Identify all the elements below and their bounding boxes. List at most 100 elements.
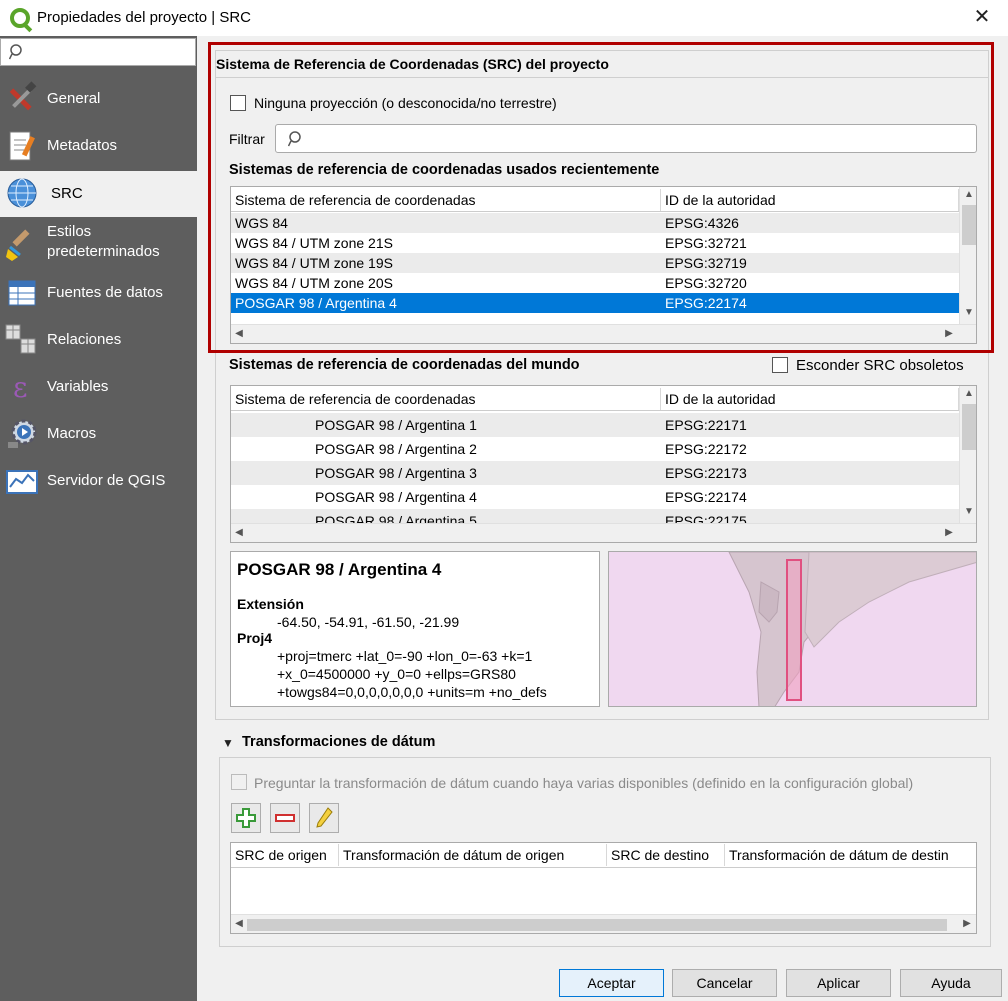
crs-details-panel: POSGAR 98 / Argentina 4 Extensión -64.50… xyxy=(230,551,600,707)
map-preview xyxy=(728,552,976,706)
world-crs-table: Sistema de referencia de coordenadas ID … xyxy=(230,385,977,543)
sidebar-item-metadatos[interactable]: Metadatos xyxy=(0,125,197,167)
proj4-line: +towgs84=0,0,0,0,0,0,0 +units=m +no_defs xyxy=(277,684,547,700)
sidebar-item-variables[interactable]: ε Variables xyxy=(0,366,197,408)
scroll-thumb[interactable] xyxy=(247,919,947,931)
ask-datum-checkbox[interactable] xyxy=(231,774,247,790)
crs-name: POSGAR 98 / Argentina 3 xyxy=(315,465,477,481)
table-header: Sistema de referencia de coordenadas ID … xyxy=(231,386,959,411)
scroll-up-icon[interactable]: ▲ xyxy=(960,388,976,399)
plus-icon xyxy=(236,808,256,828)
remove-transformation-button[interactable] xyxy=(270,803,300,833)
server-map-icon xyxy=(6,470,38,494)
sidebar-item-label: Macros xyxy=(47,425,97,442)
sidebar-item-src[interactable]: SRC xyxy=(0,171,197,217)
vertical-scrollbar[interactable]: ▲ ▼ xyxy=(959,386,976,523)
paint-brush-icon xyxy=(6,229,30,261)
scroll-down-icon[interactable]: ▼ xyxy=(960,506,976,517)
extent-label: Extensión xyxy=(237,596,304,612)
crs-name: POSGAR 98 / Argentina 2 xyxy=(315,441,477,457)
gear-play-icon xyxy=(8,419,37,448)
hide-deprecated-label: Esconder SRC obsoletos xyxy=(796,357,964,374)
crs-id: EPSG:22172 xyxy=(665,441,747,457)
table-row[interactable]: POSGAR 98 / Argentina 4 EPSG:22174 xyxy=(231,485,959,509)
collapse-arrow-icon[interactable]: ▼ xyxy=(222,736,234,750)
ask-datum-label: Preguntar la transformación de dátum cua… xyxy=(254,775,914,791)
cancel-button[interactable]: Cancelar xyxy=(672,969,777,997)
crs-extent-rect xyxy=(786,559,802,701)
table-header: SRC de origen Transformación de dátum de… xyxy=(231,843,976,868)
scroll-left-icon[interactable]: ◀ xyxy=(233,918,245,929)
crs-name: POSGAR 98 / Argentina 1 xyxy=(315,417,477,433)
sidebar-item-relaciones[interactable]: Relaciones xyxy=(0,319,197,361)
window-title: Propiedades del proyecto | SRC xyxy=(37,9,252,26)
column-header[interactable]: Transformación de dátum de destin xyxy=(725,844,976,866)
column-header[interactable]: ID de la autoridad xyxy=(661,388,959,410)
sidebar-item-label: SRC xyxy=(51,185,83,202)
crs-id: EPSG:22174 xyxy=(665,489,747,505)
globe-icon xyxy=(7,178,37,208)
column-header[interactable]: Transformación de dátum de origen xyxy=(339,844,607,866)
extent-value: -64.50, -54.91, -61.50, -21.99 xyxy=(277,614,460,630)
column-header[interactable]: Sistema de referencia de coordenadas xyxy=(231,388,661,410)
title-bar: Propiedades del proyecto | SRC ✕ xyxy=(0,0,1008,36)
proj4-line: +x_0=4500000 +y_0=0 +ellps=GRS80 xyxy=(277,666,516,682)
table-row[interactable]: POSGAR 98 / Argentina 3 EPSG:22173 xyxy=(231,461,959,485)
crs-name: POSGAR 98 / Argentina 4 xyxy=(315,489,477,505)
world-crs-title: Sistemas de referencia de coordenadas de… xyxy=(229,357,580,373)
sidebar-item-label: General xyxy=(47,90,101,107)
qgis-logo-icon xyxy=(10,8,30,28)
epsilon-icon: ε xyxy=(13,371,28,404)
close-icon[interactable]: ✕ xyxy=(968,4,996,32)
relations-icon xyxy=(5,324,36,354)
sidebar-item-label-line2: predeterminados xyxy=(47,243,160,260)
datum-section-title[interactable]: Transformaciones de dátum xyxy=(242,734,435,750)
sidebar-item-label: Metadatos xyxy=(47,137,118,154)
sidebar-item-label: Fuentes de datos xyxy=(47,284,163,301)
table-icon xyxy=(8,280,36,306)
horizontal-scrollbar[interactable]: ◀ ▶ xyxy=(231,523,976,542)
scroll-right-icon[interactable]: ▶ xyxy=(943,527,955,538)
document-edit-icon xyxy=(9,131,35,161)
sidebar-item-macros[interactable]: Macros xyxy=(0,413,197,455)
table-row[interactable]: POSGAR 98 / Argentina 1 EPSG:22171 xyxy=(231,413,959,437)
scroll-right-icon[interactable]: ▶ xyxy=(961,918,973,929)
edit-transformation-button[interactable] xyxy=(309,803,339,833)
help-button[interactable]: Ayuda xyxy=(900,969,1002,997)
crs-detail-name: POSGAR 98 / Argentina 4 xyxy=(237,560,442,579)
crs-name: POSGAR 98 / Argentina 5 xyxy=(315,513,477,523)
search-icon xyxy=(9,44,22,60)
column-header[interactable]: SRC de origen xyxy=(231,844,339,866)
proj4-label: Proj4 xyxy=(237,630,273,646)
sidebar-item-general[interactable]: General xyxy=(0,78,197,120)
sidebar-item-label: Variables xyxy=(47,378,109,395)
pencil-icon xyxy=(316,807,333,828)
tools-icon xyxy=(9,81,37,111)
crs-id: EPSG:22171 xyxy=(665,417,747,433)
proj4-line: +proj=tmerc +lat_0=-90 +lon_0=-63 +k=1 xyxy=(277,648,533,664)
sidebar-item-label: Servidor de QGIS xyxy=(47,472,166,489)
scroll-thumb[interactable] xyxy=(962,404,976,450)
sidebar-item-label: Relaciones xyxy=(47,331,122,348)
datum-table: SRC de origen Transformación de dátum de… xyxy=(230,842,977,934)
sidebar-search-input[interactable] xyxy=(0,38,196,66)
add-transformation-button[interactable] xyxy=(231,803,261,833)
svg-text:ε: ε xyxy=(13,371,28,404)
hide-deprecated-checkbox[interactable] xyxy=(772,357,788,373)
accept-button[interactable]: Aceptar xyxy=(559,969,664,997)
sidebar-item-fuentes[interactable]: Fuentes de datos xyxy=(0,272,197,314)
crs-extent-map xyxy=(608,551,977,707)
column-header[interactable]: SRC de destino xyxy=(607,844,725,866)
minus-icon xyxy=(275,814,295,822)
table-row[interactable]: POSGAR 98 / Argentina 2 EPSG:22172 xyxy=(231,437,959,461)
highlight-annotation xyxy=(208,42,994,353)
scroll-left-icon[interactable]: ◀ xyxy=(233,527,245,538)
sidebar-item-servidor[interactable]: Servidor de QGIS xyxy=(0,460,197,502)
sidebar-item-label-line1: Estilos xyxy=(47,223,92,240)
sidebar-item-estilos[interactable]: Estilos predeterminados xyxy=(0,219,197,269)
crs-id: EPSG:22175 xyxy=(665,513,747,523)
table-row[interactable]: POSGAR 98 / Argentina 5 EPSG:22175 xyxy=(231,509,959,523)
apply-button[interactable]: Aplicar xyxy=(786,969,891,997)
horizontal-scrollbar[interactable]: ◀ ▶ xyxy=(231,914,976,933)
crs-id: EPSG:22173 xyxy=(665,465,747,481)
